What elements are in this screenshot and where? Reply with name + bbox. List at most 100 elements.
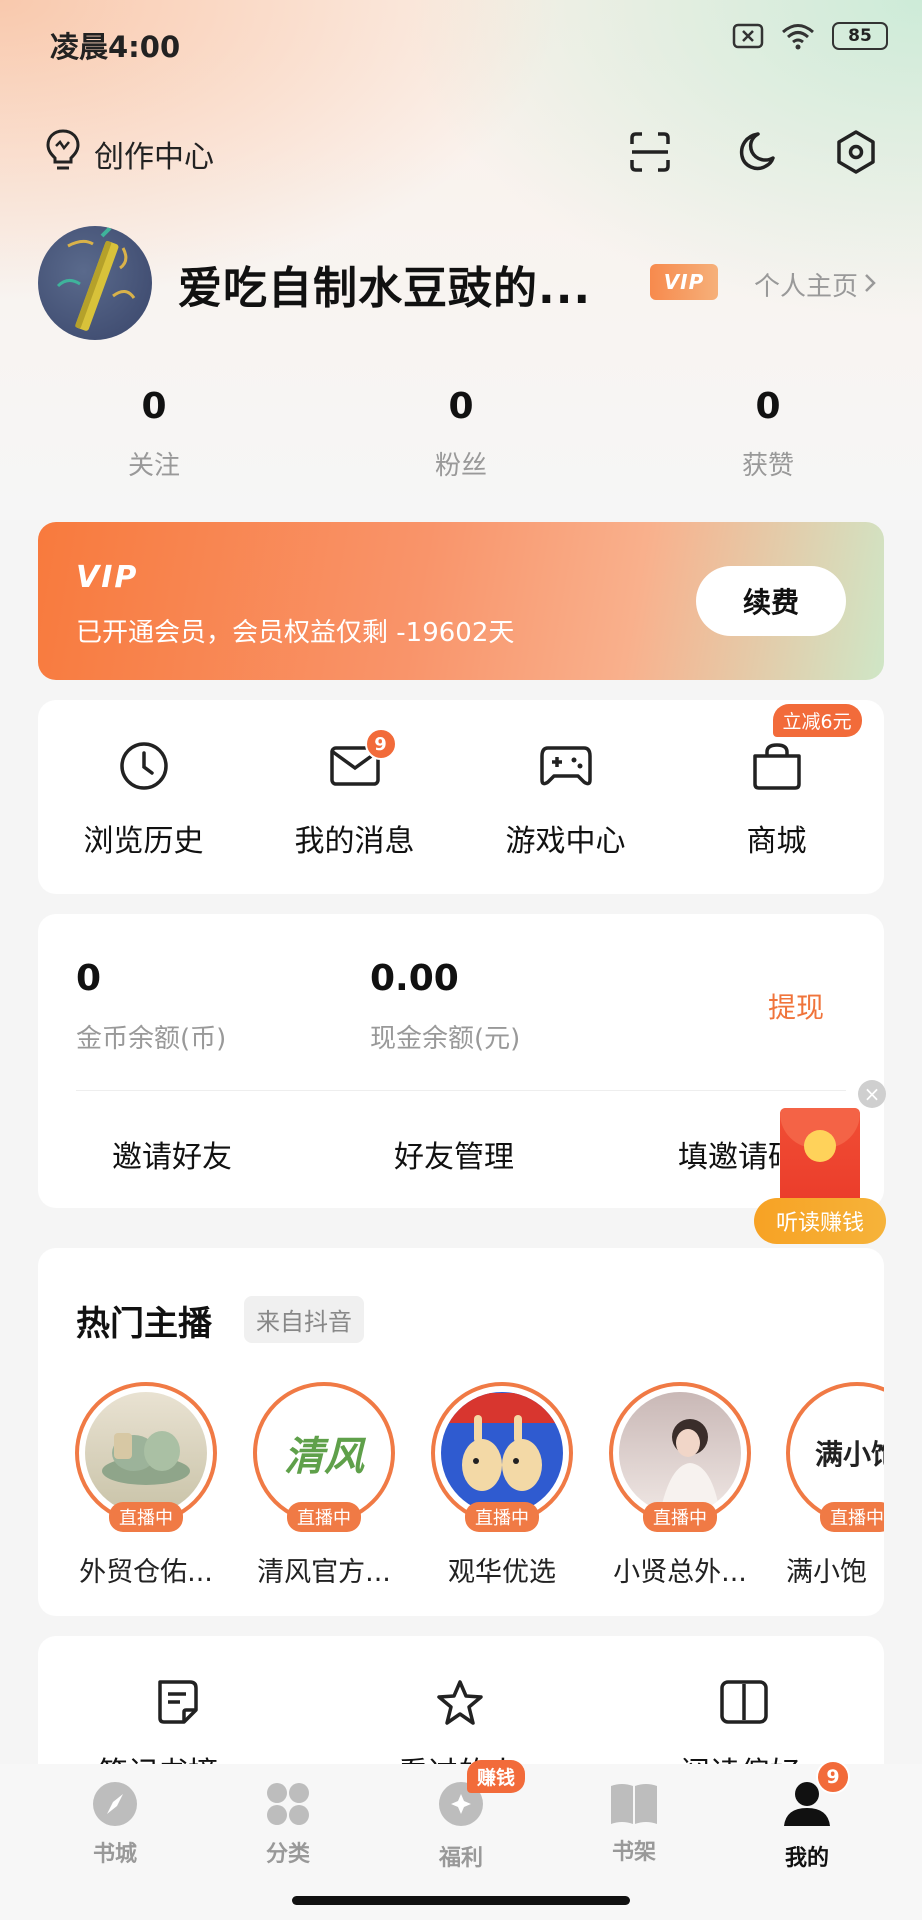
stat-value: 0 (448, 386, 474, 427)
compass-icon (93, 1782, 137, 1826)
anchor-item[interactable]: 清风 直播中 清风官方... (252, 1382, 396, 1589)
settings-icon[interactable] (832, 128, 880, 176)
close-icon[interactable]: × (858, 1080, 886, 1108)
anchor-item[interactable]: 满小饱 直播中 满小饱 (786, 1382, 884, 1589)
tab-mine[interactable]: 9 我的 (747, 1760, 867, 1872)
hot-anchors-source: 来自抖音 (244, 1296, 364, 1343)
tab-label: 书架 (611, 1840, 656, 1865)
sim-x-icon (732, 23, 764, 49)
anchor-image (619, 1392, 741, 1514)
tab-label: 书城 (92, 1842, 137, 1867)
shopping-bag-icon: 立减6元 (749, 704, 862, 794)
anchor-avatar: 直播中 (609, 1382, 751, 1532)
person-icon: 9 (782, 1760, 850, 1832)
clock-icon (116, 738, 172, 794)
vip-badge: VIP (650, 264, 718, 300)
tab-label: 我的 (784, 1846, 829, 1871)
quick-item-label: 浏览历史 (83, 824, 204, 859)
live-tag: 直播中 (643, 1502, 717, 1532)
moon-icon[interactable] (730, 128, 778, 176)
tab-category[interactable]: 分类 (228, 1780, 348, 1868)
anchor-item[interactable]: 直播中 小贤总外... (608, 1382, 752, 1589)
stat-label: 关注 (127, 451, 180, 481)
invite-friends-link[interactable]: 邀请好友 (112, 1132, 232, 1176)
anchor-name: 观华优选 (448, 1557, 556, 1588)
coin-icon (804, 1130, 836, 1162)
anchor-name: 外贸仓佑... (79, 1557, 213, 1588)
renew-button[interactable]: 续费 (696, 566, 846, 636)
battery-icon: 85 (832, 22, 888, 50)
star-icon[interactable] (434, 1678, 486, 1734)
anchor-image (441, 1392, 563, 1514)
anchor-logo-text: 满小饱 (814, 1438, 884, 1471)
creator-center-link[interactable]: 创作中心 (44, 128, 214, 180)
note-icon[interactable] (154, 1678, 202, 1730)
avatar[interactable] (38, 226, 152, 340)
book-open-icon[interactable] (718, 1678, 770, 1730)
anchor-image: 清风 (263, 1392, 385, 1514)
wifi-icon (780, 22, 816, 50)
anchor-avatar: 直播中 (431, 1382, 573, 1532)
quick-item-label: 我的消息 (294, 824, 415, 859)
tab-bookstore[interactable]: 书城 (55, 1780, 175, 1868)
scan-icon[interactable] (626, 128, 674, 176)
divider (76, 1090, 846, 1091)
gift-coin-icon: 赚钱 (437, 1760, 526, 1832)
history-button[interactable]: 浏览历史 (38, 700, 249, 894)
stat-value: 0 (755, 386, 781, 427)
live-tag: 直播中 (287, 1502, 361, 1532)
tab-bookshelf[interactable]: 书架 (574, 1780, 694, 1866)
username: 爱吃自制水豆豉的... (178, 263, 592, 314)
stat-likes[interactable]: 0 获赞 (678, 386, 858, 482)
listen-earn-button[interactable]: 听读赚钱 (754, 1198, 886, 1244)
friends-manage-link[interactable]: 好友管理 (394, 1132, 514, 1176)
hot-anchors-title: 热门主播 (76, 1304, 212, 1344)
stat-value: 0 (141, 386, 167, 427)
mall-button[interactable]: 立减6元 商城 (671, 700, 882, 894)
stat-fans[interactable]: 0 粉丝 (371, 386, 551, 482)
quick-item-label: 商城 (746, 824, 807, 859)
anchor-image (85, 1392, 207, 1514)
status-time: 凌晨4:00 (50, 30, 181, 64)
profile-link[interactable]: 个人主页 (754, 266, 876, 303)
profile-link-label: 个人主页 (754, 272, 859, 302)
earn-money-tag: 赚钱 (467, 1760, 526, 1793)
anchor-name: 满小饱 (786, 1557, 867, 1588)
quick-item-label: 游戏中心 (505, 824, 626, 859)
quick-actions-card: 浏览历史 9 我的消息 游戏中心 立减6元 商城 (38, 700, 884, 894)
bookshelf-icon (611, 1784, 657, 1824)
grid-icon (267, 1783, 309, 1825)
vip-card[interactable]: VIP 已开通会员，会员权益仅剩 -19602天 续费 (38, 522, 884, 680)
coins-value: 0 (76, 958, 102, 999)
enter-invite-code-link[interactable]: 填邀请码 (678, 1132, 788, 1176)
stat-label: 粉丝 (434, 451, 487, 481)
wallet-card: 0 金币余额(币) 0.00 现金余额(元) 提现 邀请好友 好友管理 填邀请码 (38, 914, 884, 1208)
stat-label: 获赞 (741, 451, 794, 481)
tab-welfare[interactable]: 赚钱 福利 (401, 1760, 526, 1872)
anchor-avatar: 清风 直播中 (253, 1382, 395, 1532)
stat-following[interactable]: 0 关注 (64, 386, 244, 482)
tab-label: 分类 (265, 1842, 310, 1867)
anchor-item[interactable]: 直播中 观华优选 (430, 1382, 574, 1589)
anchor-item[interactable]: 直播中 外贸仓佑... (74, 1382, 218, 1589)
live-tag: 直播中 (820, 1502, 884, 1532)
anchor-name: 清风官方... (257, 1557, 391, 1588)
live-tag: 直播中 (109, 1502, 183, 1532)
anchor-image: 满小饱 (796, 1392, 884, 1514)
coins-label: 金币余额(币) (76, 1024, 227, 1054)
withdraw-button[interactable]: 提现 (768, 986, 824, 1026)
home-indicator[interactable] (292, 1896, 630, 1905)
mail-icon: 9 (327, 728, 397, 794)
messages-button[interactable]: 9 我的消息 (249, 700, 460, 894)
message-count-badge: 9 (364, 728, 397, 760)
live-tag: 直播中 (465, 1502, 539, 1532)
cash-value: 0.00 (370, 958, 459, 999)
game-center-button[interactable]: 游戏中心 (460, 700, 671, 894)
gamepad-icon (538, 738, 594, 794)
creator-center-label: 创作中心 (94, 140, 214, 175)
discount-tag: 立减6元 (772, 704, 862, 737)
vip-logo: VIP (76, 560, 139, 595)
anchor-logo-text: 清风 (284, 1434, 364, 1480)
red-packet-icon[interactable] (780, 1108, 860, 1208)
chevron-right-icon (864, 270, 876, 300)
